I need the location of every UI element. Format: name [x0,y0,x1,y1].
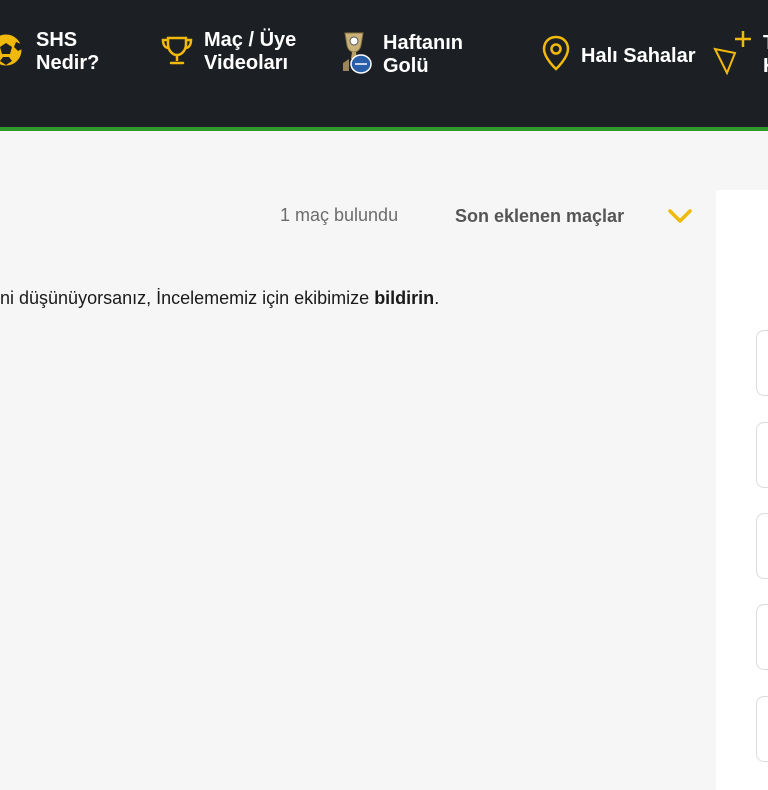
nav-item-hali-sahalar[interactable]: Halı Sahalar [541,34,696,77]
nav-item-haftanin-golu[interactable]: Haftanın Golü [335,29,463,80]
sidebar-card[interactable] [756,604,768,670]
sidebar-card[interactable] [756,330,768,396]
soccer-ball-icon [0,30,26,75]
nav-label-partial-right: T K [763,32,768,78]
location-pin-icon [541,34,571,77]
result-count-text: 1 maç bulundu [280,205,399,225]
report-link[interactable]: bildirin [374,288,434,308]
nav-label-haftanin-golu: Haftanın Golü [383,31,463,77]
nav-item-shs-nedir[interactable]: SHS Nedir? [0,29,99,75]
report-notice-text: ni düşünüyorsanız, İncelememiz için ekib… [0,288,370,308]
award-cup-icon [335,29,373,80]
top-navigation-bar: SHS Nedir? Maç / Üye Videoları Haftanın … [0,0,768,131]
chevron-down-icon [667,207,693,230]
report-notice: ni düşünüyorsanız, İncelememiz için ekib… [0,288,439,309]
nav-label-hali-sahalar: Halı Sahalar [581,44,696,67]
report-notice-suffix: . [434,288,440,308]
trophy-icon [160,30,194,75]
sidebar-card[interactable] [756,696,768,762]
right-sidebar-panel [716,190,768,790]
sidebar-card[interactable] [756,422,768,488]
sort-selected-value: Son eklenen maçlar [455,205,625,226]
sort-dropdown[interactable]: Son eklenen maçlar [455,201,695,231]
nav-item-partial-right[interactable]: T K [713,29,768,80]
nav-label-shs-nedir: SHS Nedir? [36,29,100,74]
nav-label-mac-uye-videolari: Maç / Üye Videoları [204,29,297,74]
location-pin-plus-icon [713,29,753,80]
sidebar-card[interactable] [756,513,768,579]
nav-item-mac-uye-videolari[interactable]: Maç / Üye Videoları [160,29,296,75]
